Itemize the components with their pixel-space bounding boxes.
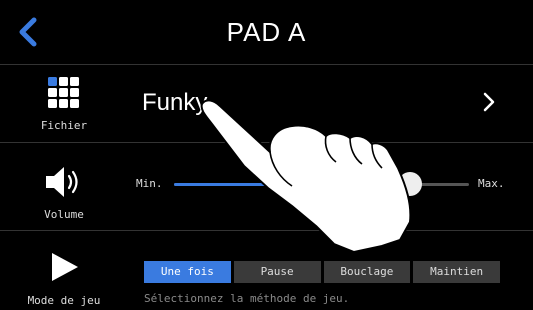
volume-slider-fill — [174, 183, 410, 186]
volume-min-label: Min. — [136, 177, 163, 190]
mode-option-loop[interactable]: Bouclage — [323, 261, 411, 283]
file-label: Fichier — [40, 119, 88, 132]
page-title: PAD A — [226, 17, 307, 47]
speaker-icon — [46, 167, 78, 197]
mode-option-hold[interactable]: Maintien — [413, 261, 500, 283]
volume-max-label: Max. — [478, 177, 505, 190]
volume-row: Volume Min. Max. — [0, 142, 533, 231]
mode-option-once[interactable]: Une fois — [144, 261, 231, 283]
play-mode-selector: Une fois Pause Bouclage Maintien — [144, 261, 500, 283]
play-mode-hint: Sélectionnez la méthode de jeu. — [144, 292, 350, 305]
play-icon — [52, 253, 78, 281]
file-row[interactable]: Fichier Funky — [0, 64, 533, 143]
mode-option-pause[interactable]: Pause — [233, 261, 321, 283]
grid-icon — [48, 77, 79, 108]
volume-slider-knob[interactable] — [398, 172, 422, 196]
volume-label: Volume — [44, 208, 84, 221]
file-name[interactable]: Funky — [142, 89, 207, 117]
header-bar: PAD A — [0, 0, 533, 64]
play-mode-label: Mode de jeu — [27, 294, 101, 307]
volume-slider-track[interactable] — [174, 172, 469, 196]
play-mode-row: Mode de jeu Une fois Pause Bouclage Main… — [0, 230, 533, 310]
chevron-right-icon[interactable] — [482, 91, 496, 113]
